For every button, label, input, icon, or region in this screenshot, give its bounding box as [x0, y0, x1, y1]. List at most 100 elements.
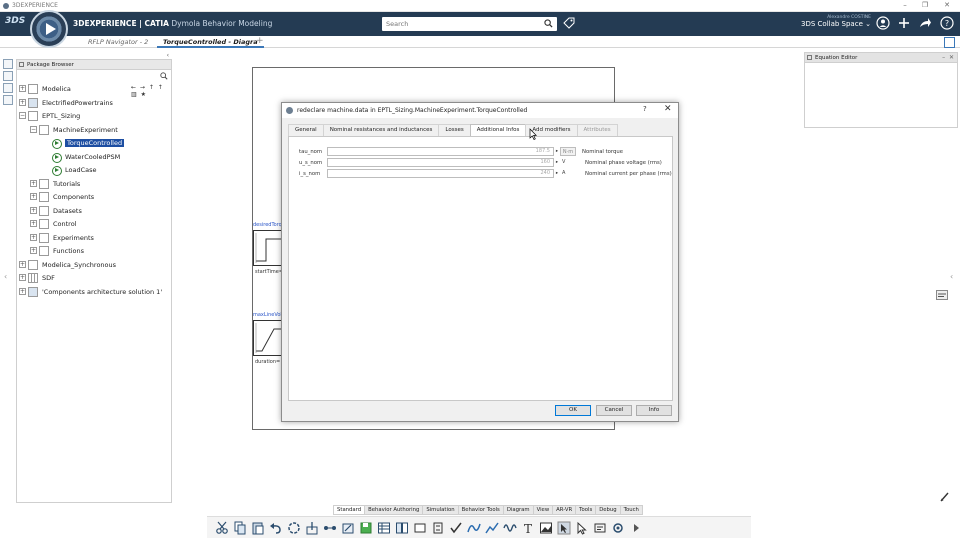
settings-icon[interactable] — [3, 95, 13, 105]
right-panel-arrow-icon[interactable]: ‹ — [950, 272, 953, 281]
ok-button[interactable]: OK — [555, 405, 591, 416]
tree-item-eptl-sizing[interactable]: − EPTL_Sizing — [19, 110, 80, 121]
pointer-icon[interactable] — [575, 521, 589, 535]
ribbon-tab-behavior-authoring[interactable]: Behavior Authoring — [364, 505, 424, 515]
tree-item-components-architecture[interactable]: + 'Components architecture solution 1' — [19, 286, 162, 297]
param-value-field[interactable]: 160 — [327, 158, 554, 167]
expand-icon[interactable]: + — [19, 274, 26, 281]
share-icon[interactable] — [918, 16, 932, 30]
export-icon[interactable] — [305, 521, 319, 535]
ribbon-tab-standard[interactable]: Standard — [333, 505, 366, 515]
ribbon-tab-debug[interactable]: Debug — [595, 505, 621, 515]
tab-losses[interactable]: Losses — [438, 124, 471, 136]
expand-icon[interactable]: + — [19, 85, 26, 92]
cut-icon[interactable] — [215, 521, 229, 535]
help-icon[interactable]: ? — [940, 16, 954, 30]
check-icon[interactable] — [449, 521, 463, 535]
tree-item-functions[interactable]: + Functions — [30, 245, 84, 256]
ribbon-tab-view[interactable]: View — [532, 505, 554, 515]
user-profile-icon[interactable] — [876, 16, 890, 30]
tree-item-load-case[interactable]: LoadCase — [51, 164, 97, 176]
layout-icon[interactable] — [593, 521, 607, 535]
edit-icon[interactable] — [3, 83, 13, 93]
tab-torque-controlled-diagram[interactable]: TorqueControlled - Diagra — [157, 37, 264, 48]
tree-item-sdf[interactable]: + SDF — [19, 272, 55, 283]
collapse-panel-icon[interactable]: ‹ — [167, 52, 169, 59]
close-button[interactable]: ✕ — [664, 104, 672, 114]
expand-icon[interactable]: + — [30, 220, 37, 227]
tree-item-electrified-powertrains[interactable]: + ElectrifiedPowertrains — [19, 97, 113, 108]
tree-item-water-cooled-psm[interactable]: WaterCooledPSM — [51, 151, 120, 163]
settings-icon[interactable] — [611, 521, 625, 535]
simulate-icon[interactable] — [467, 521, 481, 535]
help-button[interactable]: ? — [643, 105, 647, 113]
left-panel-arrow-icon[interactable]: ‹ — [4, 272, 7, 281]
close-window-icon[interactable]: ✕ — [940, 1, 954, 9]
more-icon[interactable] — [629, 521, 643, 535]
tree-item-components[interactable]: + Components — [30, 191, 94, 202]
undo-icon[interactable] — [269, 521, 283, 535]
expand-icon[interactable]: + — [30, 234, 37, 241]
info-button[interactable]: Info — [636, 405, 672, 416]
tree-item-torque-controlled[interactable]: TorqueControlled — [51, 137, 125, 149]
tree-toolbar-icons[interactable]: ← → ↑ ↑ ▥ ★ — [131, 84, 171, 98]
tab-general[interactable]: General — [288, 124, 324, 136]
compass-icon[interactable] — [30, 10, 68, 48]
ribbon-tab-ar-vr[interactable]: AR-VR — [552, 505, 577, 515]
rectangle-icon[interactable] — [413, 521, 427, 535]
expand-icon[interactable] — [944, 37, 955, 48]
tree-item-modelica[interactable]: + Modelica — [19, 83, 71, 94]
tree-item-datasets[interactable]: + Datasets — [30, 205, 82, 216]
ribbon-tab-touch[interactable]: Touch — [619, 505, 643, 515]
ribbon-tab-simulation[interactable]: Simulation — [422, 505, 459, 515]
ribbon-tab-behavior-tools[interactable]: Behavior Tools — [457, 505, 504, 515]
signal-icon[interactable] — [503, 521, 517, 535]
plot-icon[interactable] — [485, 521, 499, 535]
align-icon[interactable] — [431, 521, 445, 535]
add-icon[interactable] — [897, 16, 911, 30]
expand-icon[interactable]: + — [30, 207, 37, 214]
ribbon-tab-tools[interactable]: Tools — [575, 505, 597, 515]
maximize-icon[interactable]: ❐ — [918, 1, 932, 9]
tree-item-modelica-synchronous[interactable]: + Modelica_Synchronous — [19, 259, 116, 270]
param-unit-selector[interactable]: N·m — [560, 147, 576, 156]
collapse-icon[interactable]: − — [19, 112, 26, 119]
search-icon[interactable] — [544, 19, 553, 28]
param-value-field[interactable]: 187.5 — [327, 147, 554, 156]
text-icon[interactable]: T — [521, 521, 535, 535]
step-block[interactable] — [253, 230, 283, 266]
save-icon[interactable] — [359, 521, 373, 535]
ramp-block[interactable] — [253, 320, 283, 356]
tab-attributes[interactable]: Attributes — [576, 124, 618, 136]
collapse-icon[interactable]: − — [30, 126, 37, 133]
ribbon-tab-diagram[interactable]: Diagram — [502, 505, 534, 515]
connect-icon[interactable] — [323, 521, 337, 535]
search-input[interactable] — [382, 17, 532, 31]
expand-icon[interactable]: + — [19, 261, 26, 268]
copy-icon[interactable] — [233, 521, 247, 535]
tree-item-tutorials[interactable]: + Tutorials — [30, 178, 80, 189]
pen-icon[interactable] — [940, 492, 949, 502]
tree-item-experiments[interactable]: + Experiments — [30, 232, 94, 243]
cancel-button[interactable]: Cancel — [596, 405, 632, 416]
add-tab-button[interactable]: + — [256, 36, 264, 46]
tree-view-icon[interactable] — [3, 59, 13, 69]
expand-icon[interactable]: + — [30, 180, 37, 187]
collab-space-selector[interactable]: 3DS Collab Space ⌄ — [797, 20, 871, 28]
expand-icon[interactable]: + — [30, 193, 37, 200]
library-icon[interactable] — [3, 71, 13, 81]
table-icon[interactable] — [377, 521, 391, 535]
user-block[interactable]: Alexandre COSTINE 3DS Collab Space ⌄ — [797, 15, 871, 28]
paste-icon[interactable] — [251, 521, 265, 535]
edit-model-icon[interactable] — [341, 521, 355, 535]
compare-icon[interactable] — [395, 521, 409, 535]
comment-icon[interactable] — [936, 290, 948, 300]
minimize-icon[interactable]: – — [898, 1, 912, 9]
select-tool-icon[interactable] — [557, 521, 571, 535]
expand-icon[interactable]: + — [30, 247, 37, 254]
tree-item-machine-experiment[interactable]: − MachineExperiment — [30, 124, 118, 135]
tag-icon[interactable] — [563, 17, 575, 29]
expand-icon[interactable]: + — [19, 99, 26, 106]
tab-rflp-navigator[interactable]: RFLP Navigator - 2 — [82, 37, 154, 48]
tab-nominal-resistances[interactable]: Nominal resistances and inductances — [322, 124, 440, 136]
